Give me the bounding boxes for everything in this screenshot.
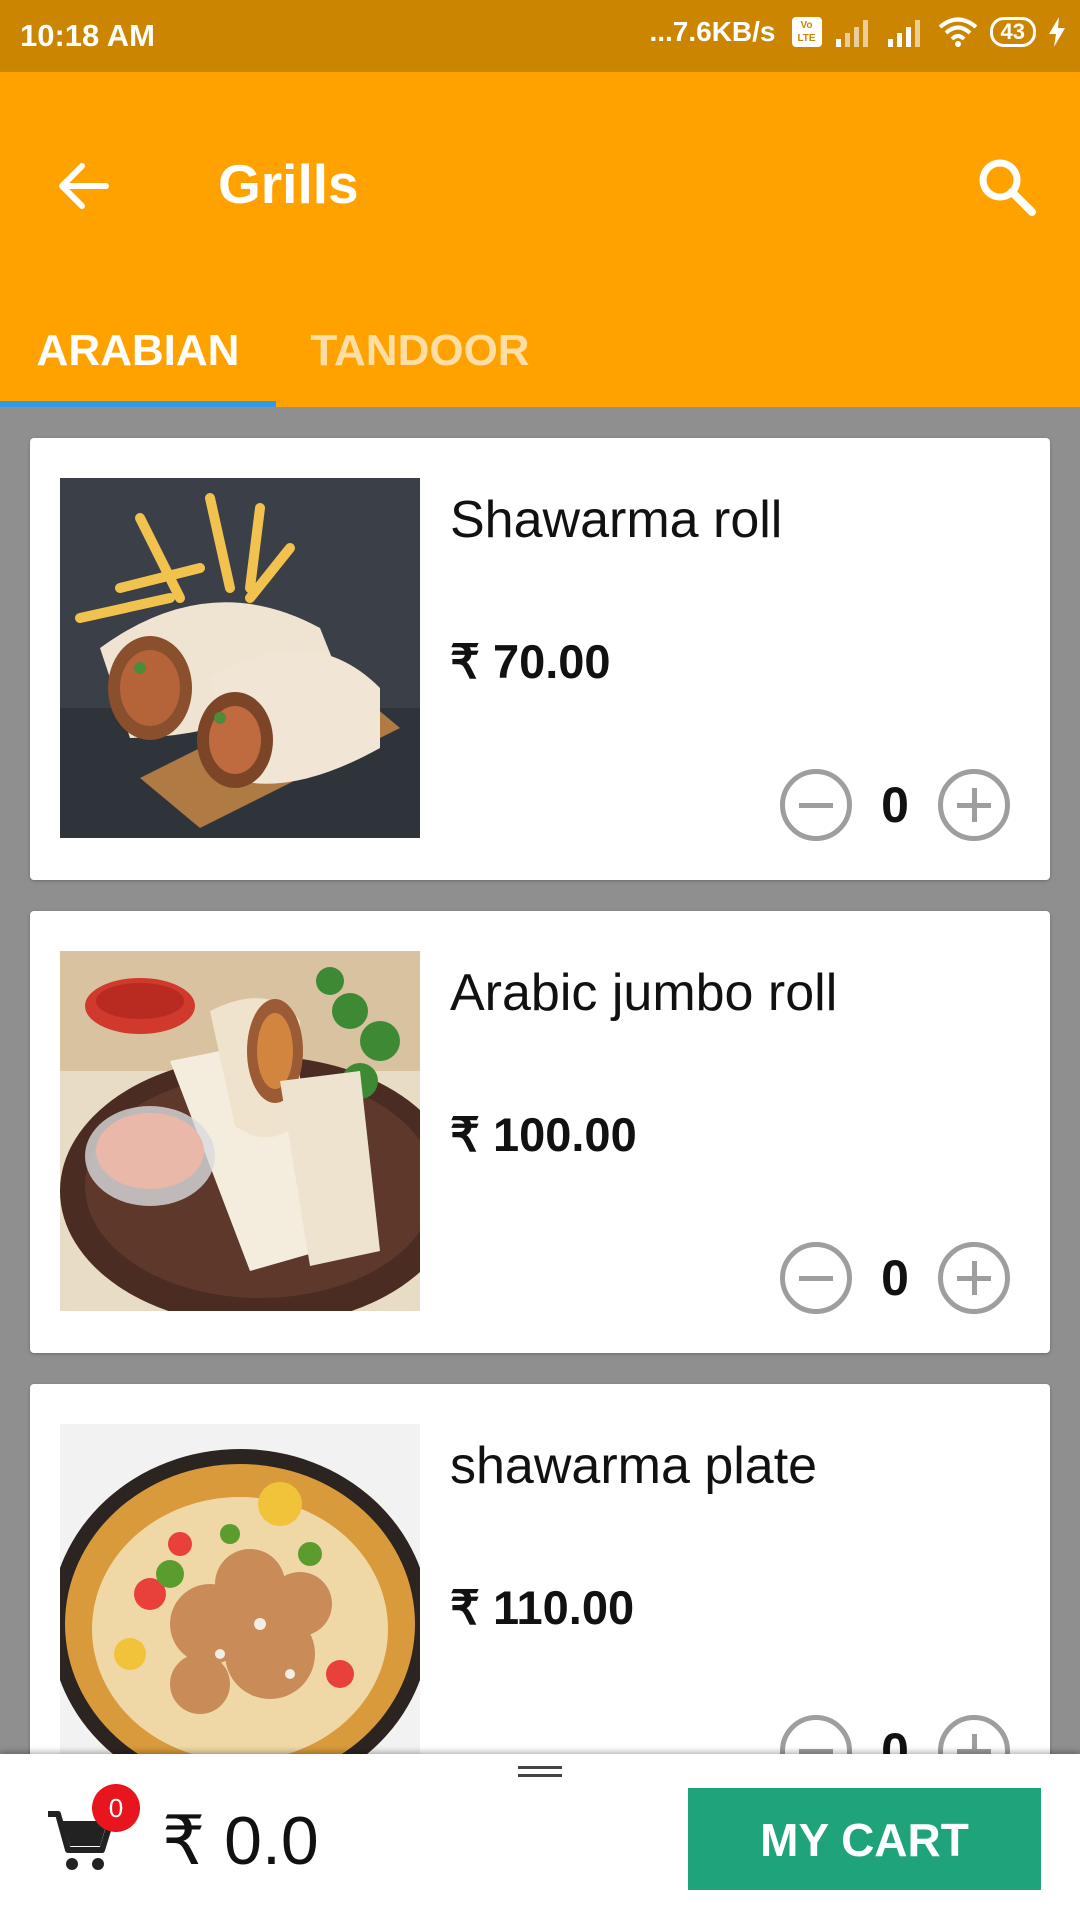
item-name: Shawarma roll	[450, 491, 783, 549]
my-cart-button[interactable]: MY CART	[688, 1788, 1041, 1890]
product-card[interactable]: Shawarma roll ₹ 70.00 0	[30, 438, 1050, 880]
wifi-icon	[938, 17, 977, 47]
quantity-value: 0	[881, 777, 909, 833]
cart-bar: 0 ₹ 0.0 MY CART	[0, 1754, 1080, 1920]
tab-arabian[interactable]: ARABIAN	[0, 292, 276, 407]
arrow-left-icon[interactable]	[52, 154, 116, 218]
item-price: ₹ 110.00	[450, 1581, 635, 1634]
drag-handle-icon[interactable]	[518, 1766, 562, 1782]
cart-count-badge: 0	[92, 1784, 140, 1832]
shawarma-roll-image	[60, 478, 420, 838]
minus-icon[interactable]	[780, 1242, 852, 1314]
quantity-stepper: 0	[780, 768, 1010, 842]
status-bar: 10:18 AM ...7.6KB/s Vo LTE 43	[0, 0, 1080, 72]
product-image	[60, 478, 420, 838]
quantity-stepper: 0	[780, 1241, 1010, 1315]
item-name: Arabic jumbo roll	[450, 964, 838, 1022]
item-price: ₹ 100.00	[450, 1108, 637, 1161]
minus-icon[interactable]	[780, 769, 852, 841]
battery-icon: 43	[989, 17, 1036, 47]
signal-icon-2	[887, 20, 920, 47]
network-speed: ...7.6KB/s	[649, 16, 776, 47]
signal-icon	[835, 20, 868, 47]
tab-tandoor[interactable]: TANDOOR	[295, 292, 545, 407]
app-bar: Grills ARABIAN TANDOOR	[0, 72, 1080, 407]
charging-icon	[1049, 17, 1065, 47]
cart-total: ₹ 0.0	[162, 1803, 319, 1879]
search-icon[interactable]	[972, 152, 1042, 222]
product-image	[60, 951, 420, 1311]
status-icons: ...7.6KB/s Vo LTE 43	[649, 16, 1066, 48]
product-image	[60, 1424, 420, 1784]
quantity-value: 0	[881, 1250, 909, 1306]
tab-bar: ARABIAN TANDOOR	[0, 292, 1080, 407]
plus-icon[interactable]	[938, 769, 1010, 841]
tab-indicator	[0, 401, 276, 407]
product-card[interactable]: Arabic jumbo roll ₹ 100.00 0	[30, 911, 1050, 1353]
status-time: 10:18 AM	[20, 18, 155, 53]
page-title: Grills	[218, 153, 359, 215]
arabic-jumbo-roll-image	[60, 951, 420, 1311]
shawarma-plate-image	[60, 1424, 420, 1784]
item-price: ₹ 70.00	[450, 635, 611, 688]
volte-icon: Vo LTE	[791, 17, 822, 47]
item-name: shawarma plate	[450, 1437, 818, 1495]
plus-icon[interactable]	[938, 1242, 1010, 1314]
